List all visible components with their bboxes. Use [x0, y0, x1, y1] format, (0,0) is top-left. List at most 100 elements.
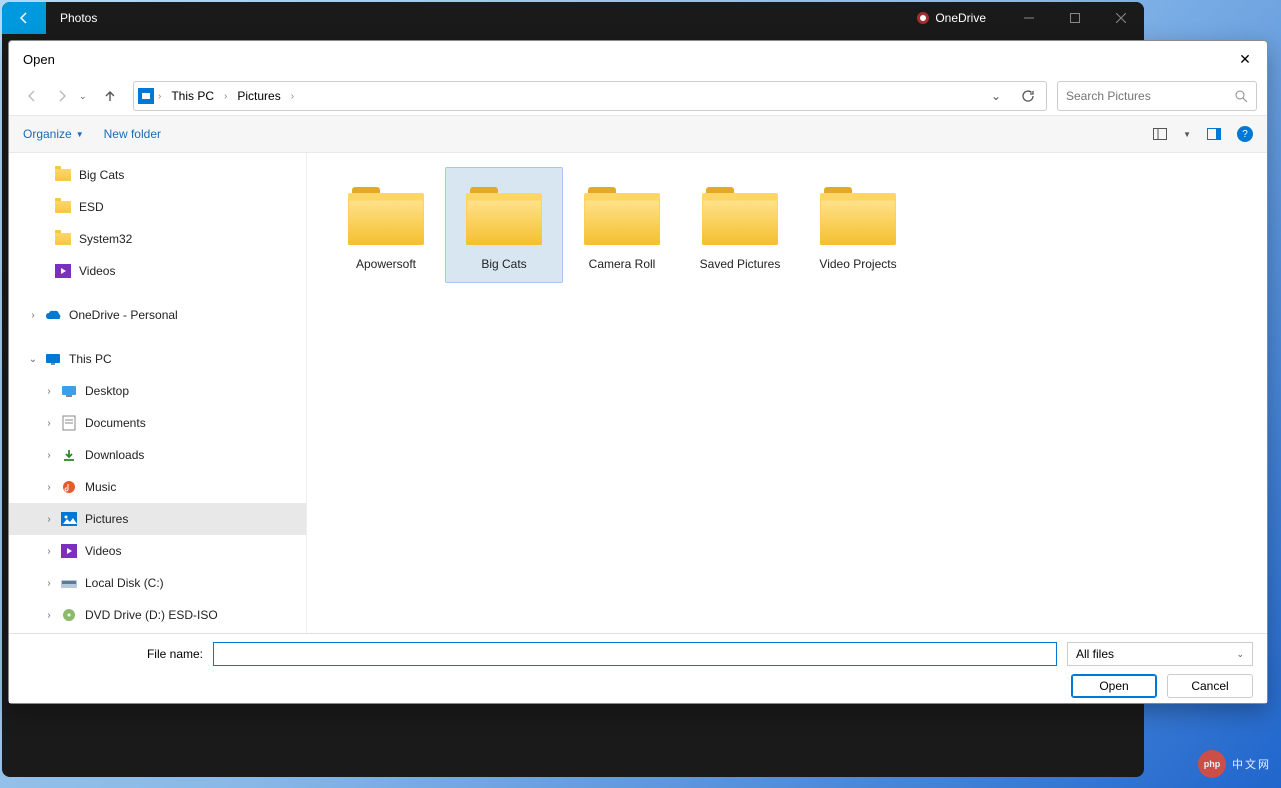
search-box[interactable]	[1057, 81, 1257, 111]
cloud-status[interactable]: OneDrive	[917, 11, 986, 25]
sidebar-item-music[interactable]: ›Music	[9, 471, 306, 503]
collapse-icon[interactable]: ⌄	[27, 354, 39, 365]
breadcrumb-separator-icon: ›	[291, 91, 294, 102]
dialog-header: Open ✕	[9, 41, 1267, 77]
search-input[interactable]	[1066, 89, 1234, 103]
expand-icon[interactable]: ›	[43, 578, 55, 589]
sidebar-item-local-disk-c-[interactable]: ›Local Disk (C:)	[9, 567, 306, 599]
sidebar-item-documents[interactable]: ›Documents	[9, 407, 306, 439]
body-area: Big Cats ESD System32 Videos ›OneDrive -…	[9, 153, 1267, 633]
watermark-badge: php	[1198, 750, 1226, 778]
expand-icon[interactable]: ›	[43, 514, 55, 525]
folder-label: Big Cats	[481, 257, 526, 271]
search-icon	[1234, 89, 1248, 103]
dialog-close-button[interactable]: ✕	[1233, 47, 1257, 71]
watermark-text: 中文网	[1232, 756, 1271, 772]
close-button[interactable]	[1098, 2, 1144, 34]
nav-forward-button[interactable]	[49, 83, 75, 109]
organize-button[interactable]: Organize ▼	[23, 127, 84, 141]
dvd-icon	[61, 608, 77, 622]
pictures-location-icon	[138, 88, 154, 104]
disk-icon	[61, 576, 77, 590]
expand-icon[interactable]: ›	[43, 418, 55, 429]
expand-icon[interactable]: ›	[27, 310, 39, 321]
sidebar-item-pictures[interactable]: ›Pictures	[9, 503, 306, 535]
expand-icon[interactable]: ›	[43, 546, 55, 557]
folder-icon	[584, 187, 660, 245]
sidebar-item-videos[interactable]: ›Videos	[9, 535, 306, 567]
folder-label: Saved Pictures	[700, 257, 781, 271]
app-title: Photos	[46, 11, 97, 25]
breadcrumb-separator-icon: ›	[158, 91, 161, 102]
sidebar-item-desktop[interactable]: ›Desktop	[9, 375, 306, 407]
folder-item[interactable]: Big Cats	[445, 167, 563, 283]
app-back-button[interactable]	[2, 2, 46, 34]
file-name-input[interactable]	[213, 642, 1057, 666]
onedrive-icon	[917, 12, 929, 24]
folder-item[interactable]: Video Projects	[799, 167, 917, 283]
desktop-icon	[61, 384, 77, 398]
pictures-icon	[61, 512, 77, 526]
dialog-footer: File name: All files⌄ Open Cancel	[9, 633, 1267, 703]
videos-icon	[61, 544, 77, 558]
navigation-tree: Big Cats ESD System32 Videos ›OneDrive -…	[9, 153, 307, 633]
breadcrumb-separator-icon: ›	[224, 91, 227, 102]
minimize-button[interactable]	[1006, 2, 1052, 34]
onedrive-icon	[45, 308, 61, 322]
maximize-button[interactable]	[1052, 2, 1098, 34]
folder-item[interactable]: Apowersoft	[327, 167, 445, 283]
sidebar-item-big-cats[interactable]: Big Cats	[9, 159, 306, 191]
content-pane[interactable]: Apowersoft Big Cats Camera Roll Saved Pictu…	[307, 153, 1267, 633]
expand-icon[interactable]: ›	[43, 386, 55, 397]
videos-icon	[55, 264, 71, 278]
help-button[interactable]: ?	[1237, 126, 1253, 142]
window-controls	[1006, 2, 1144, 34]
sidebar-item-downloads[interactable]: ›Downloads	[9, 439, 306, 471]
sidebar-item-onedrive[interactable]: ›OneDrive - Personal	[9, 299, 306, 331]
folder-icon	[820, 187, 896, 245]
expand-icon[interactable]: ›	[43, 450, 55, 461]
folder-icon	[348, 187, 424, 245]
sidebar-item-system32[interactable]: System32	[9, 223, 306, 255]
file-name-label: File name:	[23, 647, 203, 661]
folder-label: Video Projects	[819, 257, 896, 271]
sidebar-item-dvd-drive-d-esd-iso[interactable]: ›DVD Drive (D:) ESD-ISO	[9, 599, 306, 631]
preview-pane-button[interactable]	[1205, 125, 1223, 143]
address-bar[interactable]: › This PC › Pictures › ⌄	[133, 81, 1047, 111]
toolbar: Organize ▼ New folder ▼ ?	[9, 115, 1267, 153]
titlebar: Photos OneDrive	[2, 2, 1144, 34]
open-button[interactable]: Open	[1071, 674, 1157, 698]
nav-up-button[interactable]	[97, 83, 123, 109]
breadcrumb-this-pc[interactable]: This PC	[165, 87, 220, 105]
folder-item[interactable]: Saved Pictures	[681, 167, 799, 283]
folder-icon	[702, 187, 778, 245]
view-controls: ▼ ?	[1151, 125, 1253, 143]
cancel-button[interactable]: Cancel	[1167, 674, 1253, 698]
expand-icon[interactable]: ›	[43, 610, 55, 621]
dialog-title: Open	[19, 52, 1233, 67]
this-pc-icon	[45, 352, 61, 366]
refresh-button[interactable]	[1014, 82, 1042, 110]
view-dropdown-icon[interactable]: ▼	[1183, 130, 1191, 139]
sidebar-item-videos-quick[interactable]: Videos	[9, 255, 306, 287]
view-layout-button[interactable]	[1151, 125, 1169, 143]
sidebar-item-this-pc[interactable]: ⌄This PC	[9, 343, 306, 375]
file-type-filter[interactable]: All files⌄	[1067, 642, 1253, 666]
folder-label: Apowersoft	[356, 257, 416, 271]
cloud-status-label: OneDrive	[935, 11, 986, 25]
music-icon	[61, 480, 77, 494]
expand-icon[interactable]: ›	[43, 482, 55, 493]
sidebar-item-esd[interactable]: ESD	[9, 191, 306, 223]
folder-item[interactable]: Camera Roll	[563, 167, 681, 283]
breadcrumb-pictures[interactable]: Pictures	[231, 87, 286, 105]
nav-back-button[interactable]	[19, 83, 45, 109]
address-dropdown-button[interactable]: ⌄	[982, 82, 1010, 110]
folder-label: Camera Roll	[589, 257, 656, 271]
new-folder-button[interactable]: New folder	[104, 127, 161, 141]
nav-recent-dropdown[interactable]: ⌄	[79, 91, 93, 102]
folder-grid: Apowersoft Big Cats Camera Roll Saved Pictu…	[327, 167, 1247, 283]
downloads-icon	[61, 448, 77, 462]
folder-icon	[466, 187, 542, 245]
navigation-row: ⌄ › This PC › Pictures › ⌄	[9, 77, 1267, 115]
documents-icon	[61, 416, 77, 430]
